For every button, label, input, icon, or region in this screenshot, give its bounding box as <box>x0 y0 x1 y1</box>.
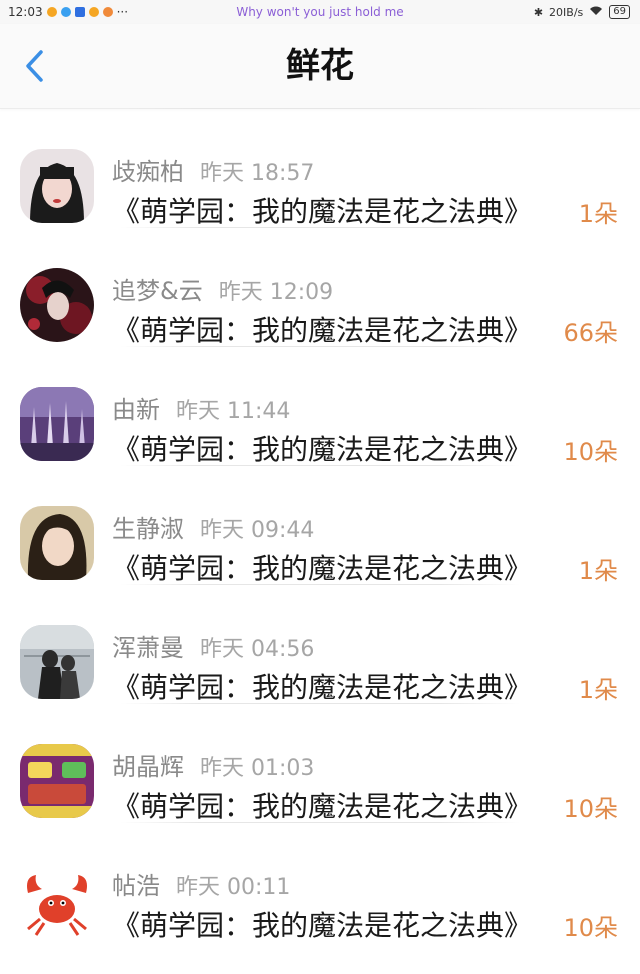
list-item[interactable]: 歧痴柏 昨天 18:57 《萌学园：我的魔法是花之法典》 1朵 <box>0 108 640 228</box>
network-speed: 20IB/s <box>549 5 584 19</box>
weibo-notification-icon <box>88 7 99 17</box>
avatar[interactable] <box>20 625 94 699</box>
nav-bar: 鲜花 <box>0 24 640 109</box>
status-left: 12:03 ··· <box>0 5 128 19</box>
divider <box>120 108 520 109</box>
flower-list: 歧痴柏 昨天 18:57 《萌学园：我的魔法是花之法典》 1朵 追梦&云 昨天 12… <box>0 108 640 942</box>
divider <box>120 822 520 823</box>
gift-title: 《萌学园：我的魔法是花之法典》 <box>112 433 533 466</box>
flower-count: 10朵 <box>563 914 618 942</box>
avatar[interactable] <box>20 387 94 461</box>
app-notification-icon <box>60 7 71 17</box>
timestamp: 昨天 12:09 <box>218 280 334 305</box>
gift-title: 《萌学园：我的魔法是花之法典》 <box>112 909 533 942</box>
gift-title: 《萌学园：我的魔法是花之法典》 <box>112 790 533 823</box>
avatar[interactable] <box>20 744 94 818</box>
divider <box>120 703 520 704</box>
play-notification-icon <box>102 7 113 17</box>
username: 由新 昨天 11:44 <box>112 396 291 424</box>
weibo-notification-icon <box>46 7 57 17</box>
avatar[interactable] <box>20 863 94 937</box>
avatar[interactable] <box>20 506 94 580</box>
more-notifications: ··· <box>116 5 129 19</box>
gift-title: 《萌学园：我的魔法是花之法典》 <box>112 195 533 228</box>
divider <box>120 227 520 228</box>
app-notification-icon <box>74 7 85 17</box>
flower-count: 10朵 <box>563 795 618 823</box>
status-time: 12:03 <box>8 5 43 19</box>
page-title: 鲜花 <box>286 46 354 86</box>
divider <box>120 346 520 347</box>
timestamp: 昨天 18:57 <box>200 161 315 186</box>
status-bar: 12:03 ··· Why won't you just hold me ✱ 2… <box>0 0 640 24</box>
username: 生静淑 昨天 09:44 <box>112 515 315 543</box>
flower-count: 1朵 <box>578 200 618 228</box>
battery-indicator: 69 <box>609 5 630 19</box>
status-right: ✱ 20IB/s 69 <box>534 5 640 19</box>
list-item[interactable]: 追梦&云 昨天 12:09 《萌学园：我的魔法是花之法典》 66朵 <box>0 227 640 347</box>
avatar[interactable] <box>20 149 94 223</box>
username: 胡晶辉 昨天 01:03 <box>112 753 315 781</box>
timestamp: 昨天 11:44 <box>176 399 291 424</box>
gift-title: 《萌学园：我的魔法是花之法典》 <box>112 671 533 704</box>
gift-title: 《萌学园：我的魔法是花之法典》 <box>112 552 533 585</box>
timestamp: 昨天 00:11 <box>176 875 291 900</box>
username: 浑萧曼 昨天 04:56 <box>112 634 315 662</box>
flower-count: 1朵 <box>578 557 618 585</box>
list-item[interactable]: 胡晶辉 昨天 01:03 《萌学园：我的魔法是花之法典》 10朵 <box>0 703 640 823</box>
divider <box>120 584 520 585</box>
flower-count: 10朵 <box>563 438 618 466</box>
bluetooth-icon: ✱ <box>533 5 544 19</box>
username: 歧痴柏 昨天 18:57 <box>112 158 315 186</box>
timestamp: 昨天 09:44 <box>200 518 315 543</box>
list-item[interactable]: 生静淑 昨天 09:44 《萌学园：我的魔法是花之法典》 1朵 <box>0 465 640 585</box>
wifi-icon <box>589 5 603 19</box>
list-item[interactable]: 帖浩 昨天 00:11 《萌学园：我的魔法是花之法典》 10朵 <box>0 822 640 942</box>
timestamp: 昨天 04:56 <box>200 637 315 662</box>
list-item[interactable]: 由新 昨天 11:44 《萌学园：我的魔法是花之法典》 10朵 <box>0 346 640 466</box>
flower-count: 66朵 <box>563 319 618 347</box>
gift-title: 《萌学园：我的魔法是花之法典》 <box>112 314 533 347</box>
timestamp: 昨天 01:03 <box>200 756 315 781</box>
list-item[interactable]: 浑萧曼 昨天 04:56 《萌学园：我的魔法是花之法典》 1朵 <box>0 584 640 704</box>
username: 帖浩 昨天 00:11 <box>112 872 291 900</box>
divider <box>120 465 520 466</box>
username: 追梦&云 昨天 12:09 <box>112 277 334 305</box>
avatar[interactable] <box>20 268 94 342</box>
flower-count: 1朵 <box>578 676 618 704</box>
